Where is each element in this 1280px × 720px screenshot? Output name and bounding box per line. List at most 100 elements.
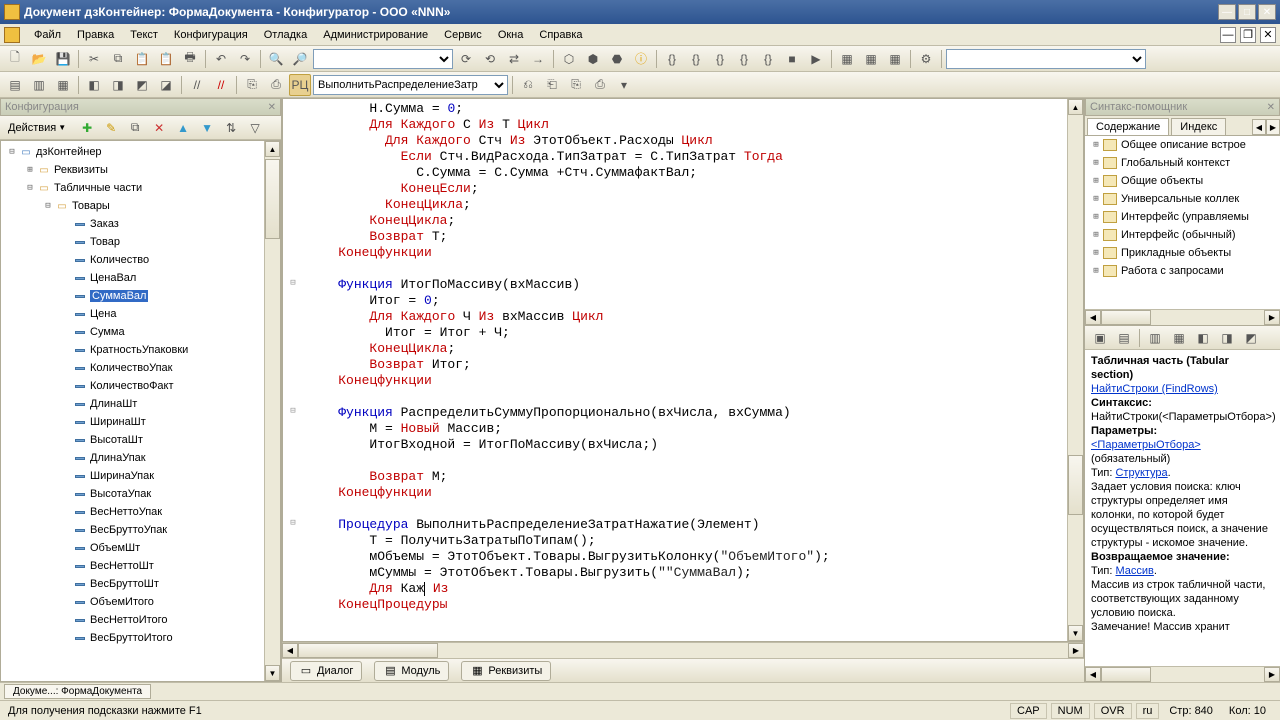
ht-icon6[interactable]: ◨ <box>1216 327 1238 349</box>
scroll-thumb[interactable] <box>298 643 438 658</box>
step5-icon[interactable]: {} <box>757 48 779 70</box>
scroll-thumb[interactable] <box>265 159 280 239</box>
db2-icon[interactable]: ▦ <box>860 48 882 70</box>
tree-item[interactable]: СуммаВал <box>1 287 280 305</box>
help-topic[interactable]: ⊞Общее описание встрое <box>1085 136 1280 154</box>
help-topic[interactable]: ⊞Универсальные коллек <box>1085 190 1280 208</box>
param-name-link[interactable]: <ПараметрыОтбора> <box>1091 439 1201 451</box>
tree-item[interactable]: КратностьУпаковки <box>1 341 280 359</box>
minimize-button[interactable]: — <box>1218 4 1236 20</box>
config3-icon[interactable]: ⬣ <box>606 48 628 70</box>
lt-filter-icon[interactable]: ▽ <box>244 117 266 139</box>
tab-dialog[interactable]: ▭ Диалог <box>290 661 362 681</box>
scroll-thumb[interactable] <box>1101 310 1151 325</box>
mdi-minimize-button[interactable]: — <box>1220 27 1236 43</box>
lt-up-icon[interactable]: ▲ <box>172 117 194 139</box>
menu-admin[interactable]: Администрирование <box>315 27 436 43</box>
copy-icon[interactable]: ⧉ <box>107 48 129 70</box>
scroll-down-icon[interactable]: ▼ <box>265 665 280 681</box>
tree-item[interactable]: ШиринаШт <box>1 413 280 431</box>
t2-icon1[interactable]: ▤ <box>4 74 26 96</box>
scroll-right-icon[interactable]: ▶ <box>1264 667 1280 682</box>
t2-icon12[interactable]: ⎌ <box>517 74 539 96</box>
type-link[interactable]: Структура <box>1115 467 1167 479</box>
t2-icon15[interactable]: ⎙ <box>589 74 611 96</box>
ht-icon3[interactable]: ▥ <box>1144 327 1166 349</box>
app-menu-icon[interactable] <box>4 27 20 43</box>
ht-icon4[interactable]: ▦ <box>1168 327 1190 349</box>
t2-icon10[interactable]: ⎘ <box>241 74 263 96</box>
tree-item[interactable]: ЦенаВал <box>1 269 280 287</box>
scroll-right-icon[interactable]: ▶ <box>1264 310 1280 325</box>
uncomment-icon[interactable]: // <box>210 74 232 96</box>
tree-item[interactable]: ОбъемИтого <box>1 593 280 611</box>
lt-edit-icon[interactable]: ✎ <box>100 117 122 139</box>
goto-icon[interactable]: → <box>527 48 549 70</box>
menu-service[interactable]: Сервис <box>436 27 490 43</box>
editor-vscrollbar[interactable]: ▲ ▼ <box>1067 99 1083 641</box>
t2-icon14[interactable]: ⎘ <box>565 74 587 96</box>
t2-icon11[interactable]: ⎙ <box>265 74 287 96</box>
t2-icon6[interactable]: ◩ <box>131 74 153 96</box>
scroll-right-icon[interactable]: ▶ <box>1068 643 1084 658</box>
lt-add-icon[interactable]: ✚ <box>76 117 98 139</box>
menu-debug[interactable]: Отладка <box>256 27 315 43</box>
tree-item[interactable]: ВысотаУпак <box>1 485 280 503</box>
ht-icon7[interactable]: ◩ <box>1240 327 1262 349</box>
tree-item[interactable]: ⊟▭дзКонтейнер <box>1 143 280 161</box>
scroll-thumb[interactable] <box>1101 667 1151 682</box>
tab-module[interactable]: ▤ Модуль <box>374 661 449 681</box>
editor-hscrollbar[interactable]: ◀ ▶ <box>282 642 1084 658</box>
fold-toggle-icon[interactable]: ⊟ <box>283 515 303 531</box>
tree-item[interactable]: ВесНеттоШт <box>1 557 280 575</box>
tree-item[interactable]: ДлинаУпак <box>1 449 280 467</box>
help-topic[interactable]: ⊞Прикладные объекты <box>1085 244 1280 262</box>
lt-copy-icon[interactable]: ⧉ <box>124 117 146 139</box>
tab-prev-icon[interactable]: ◀ <box>1252 119 1266 135</box>
mdi-close-button[interactable]: ✕ <box>1260 27 1276 43</box>
save-icon[interactable]: 💾 <box>52 48 74 70</box>
scroll-left-icon[interactable]: ◀ <box>1085 667 1101 682</box>
left-dock-close-icon[interactable]: ✕ <box>268 102 276 113</box>
tab-content[interactable]: Содержание <box>1087 118 1169 135</box>
t2-icon7[interactable]: ◪ <box>155 74 177 96</box>
redo-icon[interactable]: ↷ <box>234 48 256 70</box>
scroll-up-icon[interactable]: ▲ <box>1068 99 1083 115</box>
step2-icon[interactable]: {} <box>685 48 707 70</box>
menu-windows[interactable]: Окна <box>490 27 532 43</box>
window-tab[interactable]: Докуме...: ФормаДокумента <box>4 684 151 699</box>
config-tree[interactable]: ⊟▭дзКонтейнер⊞▭Реквизиты⊟▭Табличные част… <box>0 140 281 682</box>
find-prev-icon[interactable]: ⟲ <box>479 48 501 70</box>
t2-icon16[interactable]: ▾ <box>613 74 635 96</box>
db3-icon[interactable]: ▦ <box>884 48 906 70</box>
tree-item[interactable]: ⊟▭Табличные части <box>1 179 280 197</box>
help-topic[interactable]: ⊞Интерфейс (обычный) <box>1085 226 1280 244</box>
right-dock-close-icon[interactable]: ✕ <box>1267 102 1275 113</box>
t2-icon13[interactable]: ⎗ <box>541 74 563 96</box>
t2-icon3[interactable]: ▦ <box>52 74 74 96</box>
tree-item[interactable]: ШиринаУпак <box>1 467 280 485</box>
tree-item[interactable]: ВесНеттоИтого <box>1 611 280 629</box>
tree-item[interactable]: ВысотаШт <box>1 431 280 449</box>
tab-next-icon[interactable]: ▶ <box>1266 119 1280 135</box>
find-icon[interactable]: 🔍 <box>265 48 287 70</box>
find-next-icon[interactable]: ⟳ <box>455 48 477 70</box>
combo2[interactable] <box>946 49 1146 69</box>
tree-item[interactable]: Цена <box>1 305 280 323</box>
scroll-thumb[interactable] <box>1068 455 1083 515</box>
paste-icon[interactable]: 📋 <box>131 48 153 70</box>
fold-toggle-icon[interactable]: ⊟ <box>283 275 303 291</box>
help-content-hscroll[interactable]: ◀ ▶ <box>1085 666 1280 682</box>
fold-gutter[interactable]: ⊟ ⊟ ⊟ <box>283 99 303 641</box>
open-icon[interactable]: 📂 <box>28 48 50 70</box>
lt-delete-icon[interactable]: ✕ <box>148 117 170 139</box>
ht-icon2[interactable]: ▤ <box>1113 327 1135 349</box>
tree-item[interactable]: ВесБруттоУпак <box>1 521 280 539</box>
tree-item[interactable]: ВесБруттоШт <box>1 575 280 593</box>
tree-item[interactable]: ⊟▭Товары <box>1 197 280 215</box>
ht-icon1[interactable]: ▣ <box>1089 327 1111 349</box>
help-topic[interactable]: ⊞Глобальный контекст <box>1085 154 1280 172</box>
gear-icon[interactable]: ⚙ <box>915 48 937 70</box>
tree-item[interactable]: Заказ <box>1 215 280 233</box>
menu-text[interactable]: Текст <box>122 27 166 43</box>
